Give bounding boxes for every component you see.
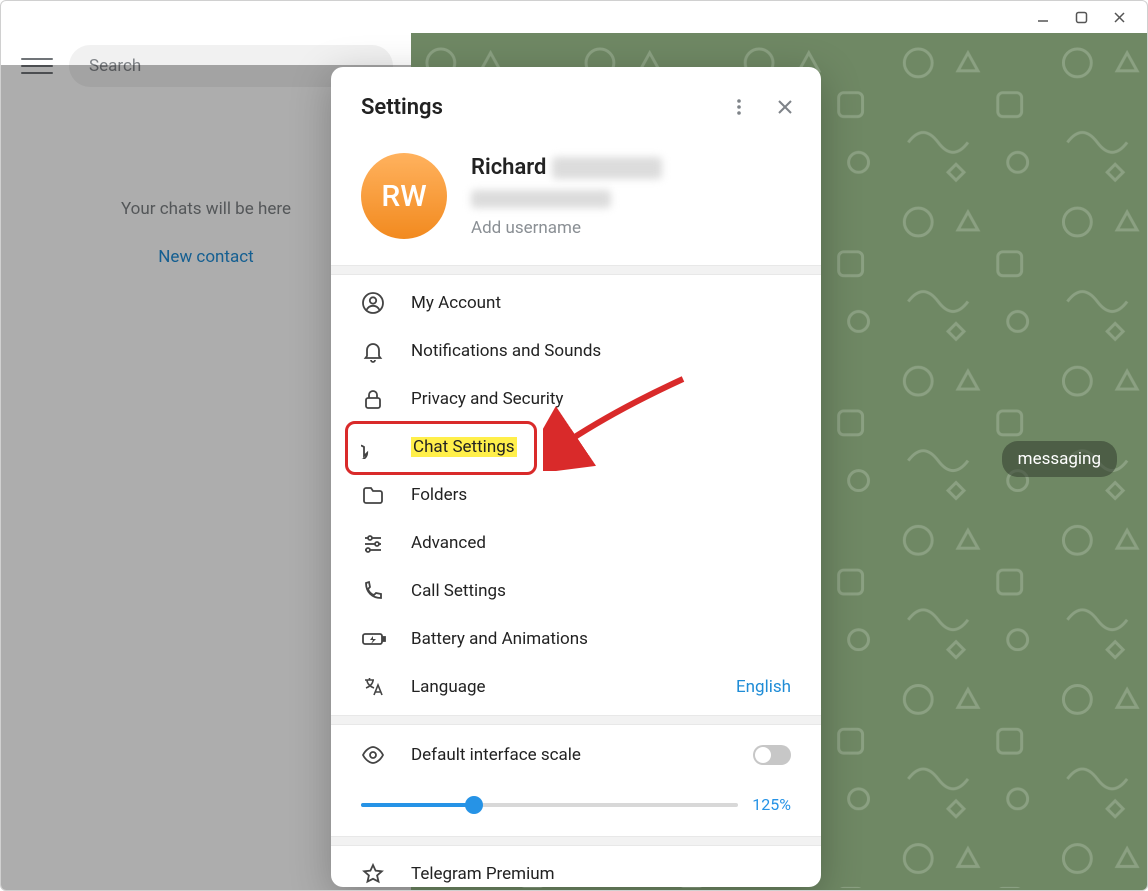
settings-modal: Settings RW Richard Add username (331, 67, 821, 887)
label: Battery and Animations (411, 629, 791, 649)
redacted-lastname (552, 157, 662, 179)
intro-badge: messaging (1002, 441, 1117, 477)
premium-section: Telegram Premium (331, 846, 821, 887)
app-window: Search Your chats will be here New conta… (0, 0, 1148, 891)
window-titlebar (1, 1, 1147, 33)
scale-slider[interactable] (361, 803, 738, 807)
profile-name: Richard (471, 155, 662, 180)
divider (331, 265, 821, 275)
scale-label: Default interface scale (411, 745, 729, 765)
item-my-account[interactable]: My Account (331, 279, 821, 327)
close-modal-icon[interactable] (767, 89, 803, 125)
item-chat-settings[interactable]: Chat Settings (331, 423, 821, 471)
close-icon[interactable] (1111, 9, 1127, 25)
battery-icon (361, 627, 387, 651)
label: Notifications and Sounds (411, 341, 791, 361)
eye-icon (361, 743, 387, 767)
modal-title: Settings (361, 95, 721, 120)
label: Advanced (411, 533, 791, 553)
scale-section: Default interface scale 125% (331, 725, 821, 814)
item-calls[interactable]: Call Settings (331, 567, 821, 615)
settings-list: My Account Notifications and Sounds Priv… (331, 275, 821, 715)
label: Folders (411, 485, 791, 505)
item-folders[interactable]: Folders (331, 471, 821, 519)
label: Privacy and Security (411, 389, 791, 409)
item-advanced[interactable]: Advanced (331, 519, 821, 567)
chat-icon (361, 435, 387, 459)
account-icon (361, 291, 387, 315)
star-icon (361, 862, 387, 886)
language-value: English (736, 677, 791, 697)
divider (331, 715, 821, 725)
add-username: Add username (471, 218, 662, 238)
label: Chat Settings (411, 437, 791, 457)
more-icon[interactable] (721, 89, 757, 125)
item-privacy[interactable]: Privacy and Security (331, 375, 821, 423)
item-language[interactable]: Language English (331, 663, 821, 711)
redacted-phone (471, 190, 611, 208)
label: Call Settings (411, 581, 791, 601)
label: Telegram Premium (411, 864, 791, 884)
avatar: RW (361, 153, 447, 239)
scale-value: 125% (752, 795, 791, 814)
language-icon (361, 675, 387, 699)
maximize-icon[interactable] (1073, 9, 1089, 25)
profile-section[interactable]: RW Richard Add username (331, 135, 821, 265)
item-battery[interactable]: Battery and Animations (331, 615, 821, 663)
folder-icon (361, 483, 387, 507)
lock-icon (361, 387, 387, 411)
phone-icon (361, 579, 387, 603)
divider (331, 836, 821, 846)
modal-header: Settings (331, 67, 821, 135)
item-premium[interactable]: Telegram Premium (331, 850, 821, 887)
item-notifications[interactable]: Notifications and Sounds (331, 327, 821, 375)
label: My Account (411, 293, 791, 313)
label: Language (411, 677, 712, 697)
scale-toggle[interactable] (753, 745, 791, 765)
bell-icon (361, 339, 387, 363)
sliders-icon (361, 531, 387, 555)
minimize-icon[interactable] (1035, 9, 1051, 25)
